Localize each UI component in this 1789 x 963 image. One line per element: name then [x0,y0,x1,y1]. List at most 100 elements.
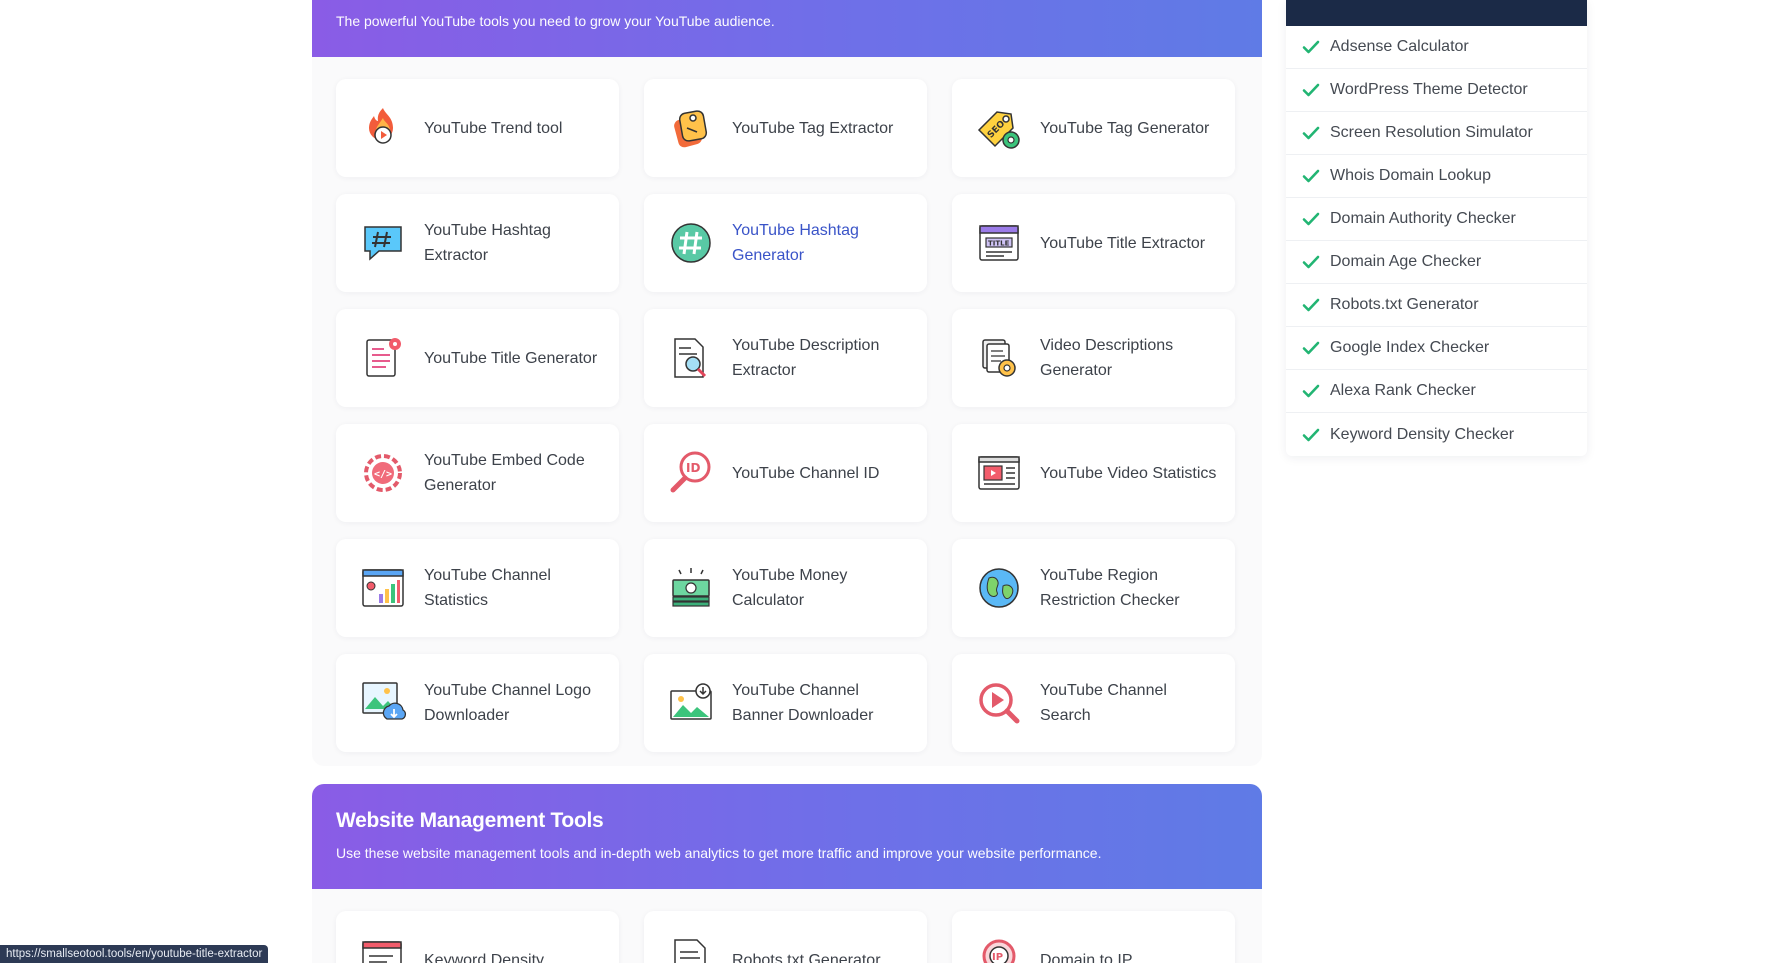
hashtag-bubble-icon [358,218,408,268]
website-tools-grid: Keyword Density Robots.txt Generator IP Dom… [336,911,1238,963]
document-search-icon [666,333,716,383]
tool-card-label: YouTube Description Extractor [732,337,880,379]
sidebar-item-label: WordPress Theme Detector [1330,81,1528,98]
tool-card-youtube-title-extractor[interactable]: TITLE YouTube Title Extractor [952,194,1235,292]
sidebar-item-google-index-checker[interactable]: Google Index Checker [1286,327,1587,370]
title-window-icon: TITLE [974,218,1024,268]
website-tools-title: Website Management Tools [336,809,604,832]
channel-bar-chart-icon [358,563,408,613]
tool-card-label: YouTube Embed Code Generator [424,452,585,494]
tool-card-youtube-hashtag-extractor[interactable]: YouTube Hashtag Extractor [336,194,619,292]
flame-play-icon [358,103,408,153]
sidebar-item-robots-txt-generator[interactable]: Robots.txt Generator [1286,284,1587,327]
tag-extractor-icon [666,103,716,153]
tool-card-label: YouTube Tag Generator [1040,119,1210,137]
svg-text:</>: </> [374,469,392,480]
hashtag-circle-icon [666,218,716,268]
check-icon [1302,298,1320,312]
tool-card-youtube-channel-id[interactable]: ID YouTube Channel ID [644,424,927,522]
sidebar-item-screen-resolution-simulator[interactable]: Screen Resolution Simulator [1286,112,1587,155]
tool-card-domain-to-ip[interactable]: IP Domain to IP [952,911,1235,963]
sidebar-item-label: Whois Domain Lookup [1330,167,1491,184]
tool-card-youtube-channel-search[interactable]: YouTube Channel Search [952,654,1235,752]
svg-text:ID: ID [686,461,700,475]
tool-card-label: YouTube Money Calculator [732,567,848,609]
tool-card-label: YouTube Title Extractor [1040,234,1206,252]
globe-icon [974,563,1024,613]
sidebar-item-wordpress-theme-detector[interactable]: WordPress Theme Detector [1286,69,1587,112]
tool-card-youtube-embed-code-generator[interactable]: </> YouTube Embed Code Generator [336,424,619,522]
sidebar-item-label: Screen Resolution Simulator [1330,124,1533,141]
tool-card-keyword-density[interactable]: Keyword Density [336,911,619,963]
status-bar-url: https://smallseotool.tools/en/youtube-ti… [0,945,269,963]
tool-card-video-descriptions-generator[interactable]: Video Descriptions Generator [952,309,1235,407]
tool-card-youtube-description-extractor[interactable]: YouTube Description Extractor [644,309,927,407]
youtube-tools-grid: YouTube Trend tool YouTube Tag Extractor S… [336,79,1238,752]
sidebar-item-keyword-density-checker[interactable]: Keyword Density Checker [1286,413,1587,456]
video-stats-icon [974,448,1024,498]
sidebar-list: Adsense Calculator WordPress Theme Detect… [1286,26,1587,456]
tool-card-youtube-tag-generator[interactable]: SEO YouTube Tag Generator [952,79,1235,177]
document-gear-icon [358,333,408,383]
sidebar-item-whois-domain-lookup[interactable]: Whois Domain Lookup [1286,155,1587,198]
tool-card-youtube-hashtag-generator[interactable]: YouTube Hashtag Generator [644,194,927,292]
tool-card-label: YouTube Channel Search [1040,682,1167,724]
check-icon [1302,169,1320,183]
keyword-window-icon [358,935,408,963]
tool-card-youtube-title-generator[interactable]: YouTube Title Generator [336,309,619,407]
sidebar-item-alexa-rank-checker[interactable]: Alexa Rank Checker [1286,370,1587,413]
main-content: The powerful YouTube tools you need to g… [312,0,1262,963]
code-gear-icon: </> [358,448,408,498]
tool-card-label: Keyword Density [424,951,545,963]
sidebar-item-label: Domain Authority Checker [1330,210,1516,227]
sidebar-item-label: Domain Age Checker [1330,253,1482,270]
tool-card-label: YouTube Title Generator [424,349,598,367]
tool-card-youtube-channel-banner-downloader[interactable]: YouTube Channel Banner Downloader [644,654,927,752]
tool-card-youtube-region-restriction-checker[interactable]: YouTube Region Restriction Checker [952,539,1235,637]
sidebar-tools-list: Adsense Calculator WordPress Theme Detect… [1286,0,1587,456]
tool-card-label: YouTube Channel Banner Downloader [732,682,874,724]
image-cloud-download-icon [358,678,408,728]
check-icon [1302,126,1320,140]
sidebar-item-domain-authority-checker[interactable]: Domain Authority Checker [1286,198,1587,241]
tool-card-label: YouTube Hashtag Extractor [424,222,551,264]
tool-card-label: YouTube Tag Extractor [732,119,894,137]
tool-card-label: Robots.txt Generator [732,951,881,963]
sidebar-item-adsense-calculator[interactable]: Adsense Calculator [1286,26,1587,69]
documents-gear-icon [974,333,1024,383]
tool-card-youtube-trend-tool[interactable]: YouTube Trend tool [336,79,619,177]
ip-pin-icon: IP [974,935,1024,963]
check-icon [1302,255,1320,269]
sidebar-item-domain-age-checker[interactable]: Domain Age Checker [1286,241,1587,284]
money-stack-icon [666,563,716,613]
tool-card-youtube-channel-statistics[interactable]: YouTube Channel Statistics [336,539,619,637]
tool-card-label: YouTube Hashtag Generator [732,222,859,264]
tool-card-youtube-video-statistics[interactable]: YouTube Video Statistics [952,424,1235,522]
tool-card-label: Video Descriptions Generator [1040,337,1174,379]
tool-card-label: YouTube Channel Statistics [424,567,551,609]
tool-card-label: YouTube Channel ID [732,464,880,482]
tool-card-youtube-channel-logo-downloader[interactable]: YouTube Channel Logo Downloader [336,654,619,752]
check-icon [1302,341,1320,355]
play-search-icon [974,678,1024,728]
sidebar-item-label: Google Index Checker [1330,339,1490,356]
tool-card-robots-txt-generator[interactable]: Robots.txt Generator [644,911,927,963]
tool-card-label: YouTube Channel Logo Downloader [424,682,591,724]
youtube-tools-panel: YouTube Trend tool YouTube Tag Extractor S… [312,57,1262,766]
check-icon [1302,212,1320,226]
tool-card-youtube-tag-extractor[interactable]: YouTube Tag Extractor [644,79,927,177]
sidebar-item-label: Adsense Calculator [1330,38,1469,55]
seo-tag-gear-icon: SEO [974,103,1024,153]
sidebar-item-label: Keyword Density Checker [1330,425,1515,443]
sidebar-header [1286,0,1587,26]
robots-document-icon [666,935,716,963]
id-magnifier-icon: ID [666,448,716,498]
tool-card-label: YouTube Region Restriction Checker [1040,567,1180,609]
tool-card-youtube-money-calculator[interactable]: YouTube Money Calculator [644,539,927,637]
youtube-tools-banner: The powerful YouTube tools you need to g… [312,0,1262,57]
check-icon [1302,384,1320,398]
banner-download-icon [666,678,716,728]
youtube-tools-subtitle: The powerful YouTube tools you need to g… [336,12,775,29]
svg-text:TITLE: TITLE [988,240,1010,248]
sidebar-item-label: Alexa Rank Checker [1330,382,1476,399]
